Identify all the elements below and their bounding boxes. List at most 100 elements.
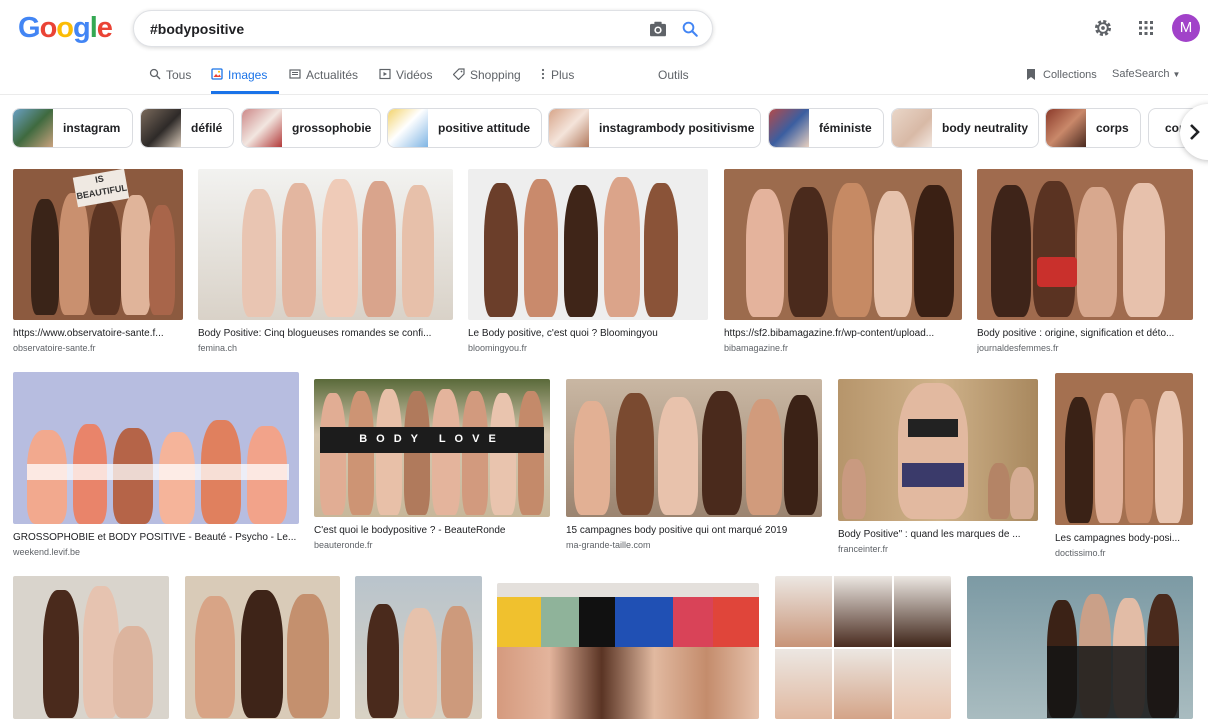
tab-tools[interactable]: Outils: [658, 62, 689, 94]
chip-feministe[interactable]: féministe: [768, 108, 884, 148]
logo-letter: o: [56, 12, 74, 44]
tab-news[interactable]: Actualités: [289, 62, 358, 94]
result-source[interactable]: bibamagazine.fr: [724, 343, 962, 355]
safesearch-dropdown[interactable]: SafeSearch ▼: [1112, 68, 1180, 80]
collections-link[interactable]: Collections: [1025, 68, 1097, 81]
gear-icon[interactable]: [1092, 17, 1114, 39]
apps-grid-icon[interactable]: [1138, 20, 1154, 36]
tab-label: Actualités: [306, 68, 359, 82]
image-result[interactable]: Body positive : origine, signification e…: [977, 169, 1193, 355]
result-thumbnail[interactable]: [468, 169, 708, 320]
result-thumbnail[interactable]: [355, 576, 482, 719]
chip-label: positive attitude: [438, 121, 531, 135]
avatar[interactable]: M: [1172, 14, 1200, 42]
image-result[interactable]: [967, 576, 1193, 719]
collage-tile: [893, 648, 951, 719]
bookmark-icon: [1027, 69, 1035, 80]
result-source[interactable]: beauteronde.fr: [314, 540, 550, 552]
chip-label: corps: [1096, 121, 1129, 135]
logo-letter: G: [18, 12, 41, 44]
image-result[interactable]: 15 campagnes body positive qui ont marqu…: [566, 379, 822, 552]
image-result[interactable]: [355, 576, 482, 719]
result-title[interactable]: Les campagnes body-posi...: [1055, 533, 1193, 547]
image-result[interactable]: Body Positive: Cinq blogueuses romandes …: [198, 169, 453, 355]
result-title[interactable]: 15 campagnes body positive qui ont marqu…: [566, 525, 822, 539]
image-result[interactable]: GROSSOPHOBIE et BODY POSITIVE - Beauté -…: [13, 372, 299, 559]
result-thumbnail[interactable]: [838, 379, 1038, 521]
result-title[interactable]: https://www.observatoire-sante.f...: [13, 328, 183, 342]
result-source[interactable]: ma-grande-taille.com: [566, 540, 822, 552]
result-source[interactable]: weekend.levif.be: [13, 547, 299, 559]
image-result[interactable]: BODY LOVE C'est quoi le bodypositive ? -…: [314, 379, 550, 552]
result-title[interactable]: Body positive : origine, signification e…: [977, 328, 1193, 342]
collage-tile: [775, 576, 833, 647]
image-result[interactable]: https://sf2.bibamagazine.fr/wp-content/u…: [724, 169, 962, 355]
tab-images[interactable]: Images: [211, 62, 279, 94]
chip-thumbnail: [892, 109, 932, 147]
result-thumbnail[interactable]: [13, 372, 299, 524]
chevron-right-icon: [1190, 124, 1200, 140]
result-thumbnail[interactable]: [1055, 373, 1193, 525]
result-thumbnail[interactable]: [497, 583, 759, 719]
image-result[interactable]: Les campagnes body-posi... doctissimo.fr: [1055, 373, 1193, 560]
search-input[interactable]: [150, 19, 630, 39]
image-result[interactable]: [775, 576, 951, 719]
tab-videos[interactable]: Vidéos: [379, 62, 432, 94]
tab-shopping[interactable]: Shopping: [453, 62, 521, 94]
search-icon[interactable]: [681, 20, 699, 38]
chip-grossophobie[interactable]: grossophobie: [241, 108, 381, 148]
result-thumbnail[interactable]: [967, 576, 1193, 719]
logo-letter: e: [96, 12, 113, 44]
result-source[interactable]: observatoire-sante.fr: [13, 343, 183, 355]
result-title[interactable]: Le Body positive, c'est quoi ? Bloomingy…: [468, 328, 708, 342]
chip-positive-attitude[interactable]: positive attitude: [387, 108, 542, 148]
caret-down-icon: ▼: [1172, 70, 1181, 79]
collage-tile: [775, 648, 833, 719]
chip-label: body neutrality: [942, 121, 1029, 135]
tab-more[interactable]: Plus: [540, 62, 574, 94]
result-thumbnail[interactable]: [775, 576, 951, 719]
result-thumbnail[interactable]: IS BEAUTIFUL: [13, 169, 183, 320]
result-source[interactable]: femina.ch: [198, 343, 453, 355]
result-title[interactable]: GROSSOPHOBIE et BODY POSITIVE - Beauté -…: [13, 532, 299, 546]
result-title[interactable]: Body Positive" : quand les marques de ..…: [838, 529, 1038, 543]
tab-label: Vidéos: [396, 68, 433, 82]
chip-thumbnail: [388, 109, 428, 147]
chip-defile[interactable]: défilé: [140, 108, 234, 148]
result-thumbnail[interactable]: BODY LOVE: [314, 379, 550, 517]
camera-search-icon[interactable]: [649, 21, 667, 37]
result-thumbnail[interactable]: [185, 576, 340, 719]
chip-body-neutrality[interactable]: body neutrality: [891, 108, 1039, 148]
result-source[interactable]: doctissimo.fr: [1055, 548, 1193, 560]
tab-label: Images: [228, 68, 268, 82]
tab-all[interactable]: Tous: [149, 62, 191, 94]
result-source[interactable]: journaldesfemmes.fr: [977, 343, 1193, 355]
result-title[interactable]: C'est quoi le bodypositive ? - BeauteRon…: [314, 525, 550, 539]
result-title[interactable]: Body Positive: Cinq blogueuses romandes …: [198, 328, 453, 342]
result-source[interactable]: franceinter.fr: [838, 544, 1038, 556]
chip-label: instagrambody positivisme: [599, 121, 755, 135]
result-source[interactable]: bloomingyou.fr: [468, 343, 708, 355]
image-result[interactable]: IS BEAUTIFUL https://www.observatoire-sa…: [13, 169, 183, 355]
google-logo[interactable]: Google: [18, 12, 113, 45]
result-thumbnail[interactable]: [724, 169, 962, 320]
collections-label: Collections: [1043, 68, 1097, 81]
result-thumbnail[interactable]: [566, 379, 822, 517]
image-result[interactable]: [497, 583, 759, 719]
image-result[interactable]: [185, 576, 340, 719]
image-result[interactable]: Le Body positive, c'est quoi ? Bloomingy…: [468, 169, 708, 355]
chip-corps[interactable]: corps: [1045, 108, 1141, 148]
result-title[interactable]: https://sf2.bibamagazine.fr/wp-content/u…: [724, 328, 962, 342]
tab-label: Shopping: [470, 68, 521, 82]
image-result[interactable]: Body Positive" : quand les marques de ..…: [838, 379, 1038, 556]
result-thumbnail[interactable]: [977, 169, 1193, 320]
chip-label: instagram: [63, 121, 121, 135]
result-thumbnail[interactable]: [198, 169, 453, 320]
chip-thumbnail: [549, 109, 589, 147]
chip-instagram[interactable]: instagram: [12, 108, 133, 148]
chip-instagram-body-positivisme[interactable]: instagrambody positivisme: [548, 108, 761, 148]
image-result[interactable]: [13, 576, 169, 719]
sign-overlay: IS BEAUTIFUL: [72, 169, 130, 208]
news-icon: [289, 69, 301, 79]
result-thumbnail[interactable]: [13, 576, 169, 719]
